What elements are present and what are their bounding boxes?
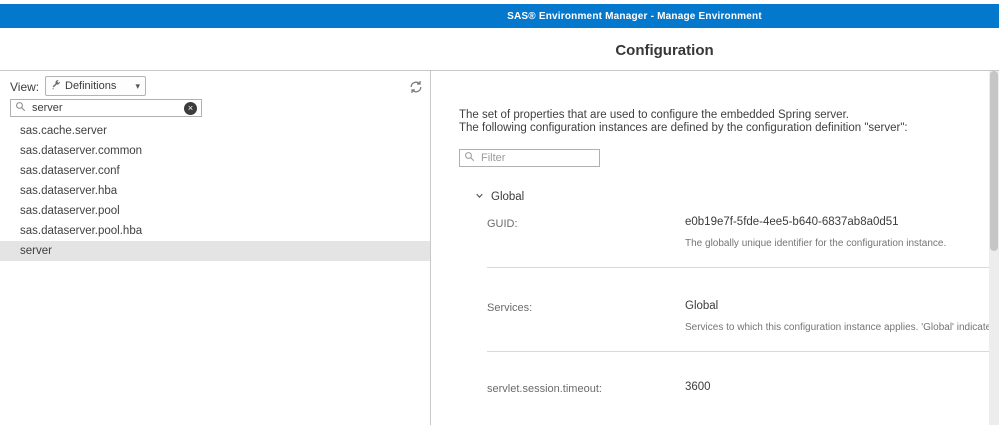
list-item-label: sas.dataserver.common	[20, 145, 142, 157]
list-item-label: sas.dataserver.hba	[20, 185, 117, 197]
page-header: Configuration	[0, 28, 999, 71]
view-selector-dropdown[interactable]: Definitions ▾	[45, 76, 146, 96]
chevron-down-icon: ▾	[135, 81, 140, 92]
field-label: GUID:	[487, 215, 685, 230]
definitions-list: sas.cache.server sas.dataserver.common s…	[0, 121, 430, 261]
search-icon	[464, 149, 475, 167]
instances-filter-input[interactable]	[479, 151, 595, 165]
field-row-servlet-session-timeout: servlet.session.timeout: 3600	[487, 352, 989, 395]
global-section-toggle[interactable]: Global	[475, 191, 524, 203]
view-selector-value: Definitions	[65, 80, 116, 92]
field-value: e0b19e7f-5fde-4ee5-b640-6837ab8a0d51	[685, 215, 989, 229]
list-item-label: sas.dataserver.pool	[20, 205, 120, 217]
list-item-server[interactable]: server	[0, 241, 430, 261]
page-title: Configuration	[330, 42, 999, 59]
field-description: Services to which this configuration ins…	[685, 322, 989, 334]
vertical-scrollbar[interactable]	[989, 71, 999, 425]
list-item-sas-dataserver-pool[interactable]: sas.dataserver.pool	[0, 201, 430, 221]
field-label: Services:	[487, 299, 685, 314]
app-banner: SAS® Environment Manager - Manage Enviro…	[0, 4, 999, 28]
list-item-label: sas.dataserver.conf	[20, 165, 120, 177]
refresh-icon[interactable]	[408, 79, 424, 95]
global-section-title: Global	[491, 191, 524, 203]
list-item-sas-dataserver-conf[interactable]: sas.dataserver.conf	[0, 161, 430, 181]
clear-search-icon[interactable]: ×	[184, 102, 197, 115]
list-item-label: sas.cache.server	[20, 125, 107, 137]
instance-fields: GUID: e0b19e7f-5fde-4ee5-b640-6837ab8a0d…	[487, 211, 989, 395]
field-value: 3600	[685, 380, 989, 394]
definition-description-line1: The set of properties that are used to c…	[459, 109, 985, 122]
wrench-icon	[51, 80, 61, 93]
configuration-detail-panel: The set of properties that are used to c…	[431, 71, 989, 425]
definitions-panel: View: Definitions ▾ × sas.cache.server s…	[0, 71, 431, 425]
list-item-sas-dataserver-pool-hba[interactable]: sas.dataserver.pool.hba	[0, 221, 430, 241]
list-item-sas-dataserver-common[interactable]: sas.dataserver.common	[0, 141, 430, 161]
list-item-label: server	[20, 245, 52, 257]
field-label: servlet.session.timeout:	[487, 380, 685, 395]
field-row-guid: GUID: e0b19e7f-5fde-4ee5-b640-6837ab8a0d…	[487, 211, 989, 250]
field-row-services: Services: Global Services to which this …	[487, 268, 989, 334]
list-item-sas-cache-server[interactable]: sas.cache.server	[0, 121, 430, 141]
field-description: The globally unique identifier for the c…	[685, 238, 989, 250]
search-icon	[15, 99, 26, 117]
field-value: Global	[685, 299, 989, 313]
view-label: View:	[10, 80, 39, 94]
app-banner-title: SAS® Environment Manager - Manage Enviro…	[507, 11, 762, 22]
list-item-label: sas.dataserver.pool.hba	[20, 225, 142, 237]
chevron-down-icon	[475, 191, 484, 203]
definitions-search-input[interactable]	[30, 101, 180, 115]
instances-filter-box	[459, 149, 600, 167]
definitions-search-box: ×	[10, 99, 202, 117]
definition-description: The set of properties that are used to c…	[459, 109, 985, 135]
scrollbar-thumb[interactable]	[990, 71, 998, 251]
definition-description-line2: The following configuration instances ar…	[459, 122, 985, 135]
list-item-sas-dataserver-hba[interactable]: sas.dataserver.hba	[0, 181, 430, 201]
